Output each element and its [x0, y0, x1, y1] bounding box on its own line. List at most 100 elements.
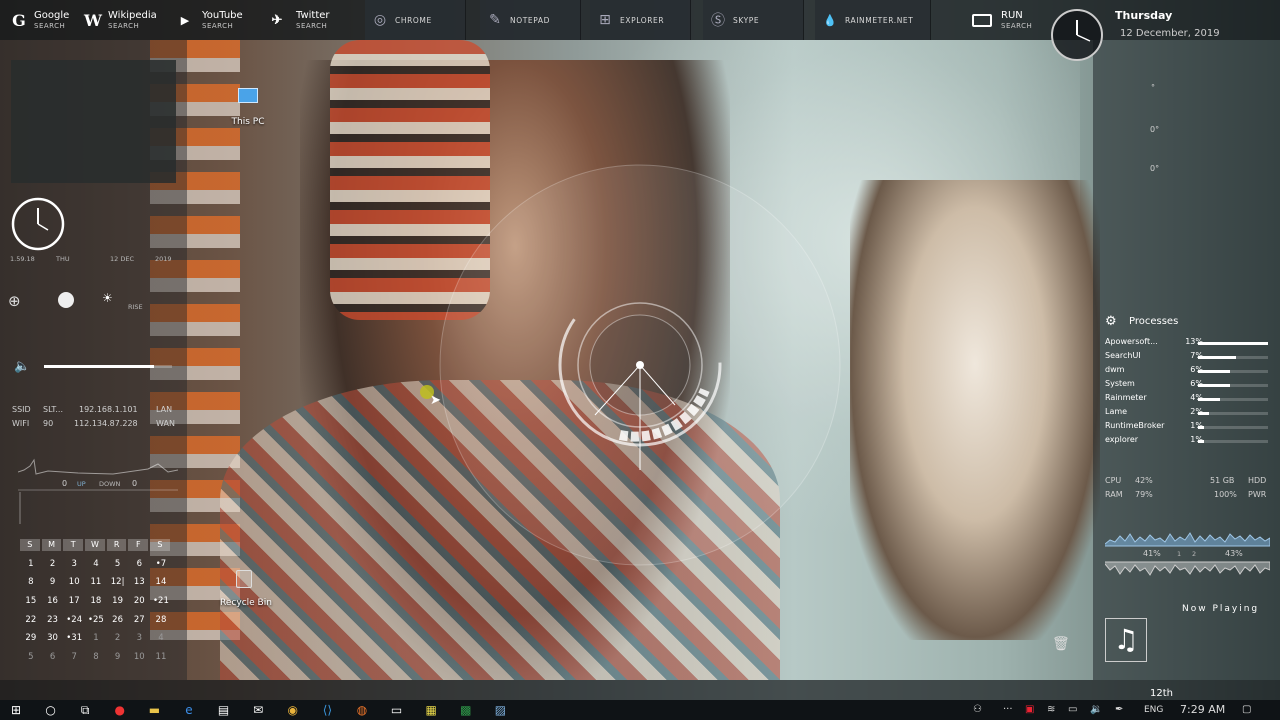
calendar-day[interactable]: 11 [150, 652, 172, 662]
calendar-day[interactable]: 7 [63, 652, 85, 662]
calendar-day[interactable]: 3 [63, 559, 85, 569]
calendar-day[interactable]: 22 [20, 615, 42, 625]
calendar-day[interactable]: 5 [20, 652, 42, 662]
calendar-day[interactable]: 5 [107, 559, 129, 569]
trash-icon[interactable]: 🗑 [1052, 636, 1070, 652]
calendar-day[interactable]: 20 [128, 596, 150, 606]
calendar-day[interactable]: •31 [63, 633, 85, 643]
chrome-icon[interactable]: ◉ [285, 702, 301, 718]
calendar-day[interactable]: 23 [42, 615, 64, 625]
calendar-day[interactable]: 14 [150, 577, 172, 587]
globe-icon[interactable]: ⊕ [8, 292, 21, 310]
process-row: dwm 6% [1105, 365, 1270, 379]
calendar-day[interactable]: 10 [128, 652, 150, 662]
full-date: 12 December, 2019 [1120, 28, 1220, 39]
calendar-day[interactable]: 28 [150, 615, 172, 625]
calendar-day[interactable]: 18 [85, 596, 107, 606]
calendar-day[interactable]: 13 [128, 577, 150, 587]
store-icon[interactable]: ▤ [216, 702, 232, 718]
calendar-header-cell: W [85, 539, 105, 552]
task-view-icon[interactable]: ⧉ [77, 702, 93, 718]
terminal-icon[interactable]: ▭ [389, 702, 405, 718]
calendar-day[interactable]: •24 [63, 615, 85, 625]
calendar-day[interactable]: 30 [42, 633, 64, 643]
calendar-day[interactable]: 2 [42, 559, 64, 569]
calendar-day[interactable]: 12| [107, 577, 129, 587]
sunrise-icon: ☀ [102, 291, 113, 305]
this-pc-shortcut[interactable]: This PC [226, 88, 270, 127]
notepad-launcher[interactable]: ✎ NOTEPAD [480, 0, 581, 40]
people-icon[interactable]: ⚇ [973, 700, 982, 720]
vscode-icon[interactable]: ⟨⟩ [319, 702, 335, 718]
search-icon[interactable]: ○ [43, 702, 59, 718]
calendar-day[interactable]: 16 [42, 596, 64, 606]
youtube-search-launcher[interactable]: ▶ YouTube SEARCH [174, 0, 243, 40]
process-bar [1198, 398, 1268, 401]
calendar-day[interactable]: 9 [107, 652, 129, 662]
process-row: explorer 1% [1105, 435, 1270, 449]
volume-slider[interactable] [44, 365, 172, 368]
pen-icon[interactable]: ✒ [1115, 700, 1123, 720]
skype-launcher[interactable]: Ⓢ SKYPE [703, 0, 804, 40]
calendar-day[interactable]: 2 [107, 633, 129, 643]
opera-icon[interactable]: ● [112, 702, 128, 718]
calendar-day[interactable]: 10 [63, 577, 85, 587]
explorer-launcher[interactable]: ⊞ EXPLORER [590, 0, 691, 40]
dock-date: 12th [1150, 688, 1173, 699]
google-search-launcher[interactable]: G Google SEARCH [8, 0, 69, 40]
calendar-day[interactable]: 17 [63, 596, 85, 606]
processes-title: Processes [1129, 316, 1179, 327]
calendar-day[interactable]: •21 [150, 596, 172, 606]
calendar-header-cell: R [106, 539, 127, 552]
antivirus-icon[interactable]: ▣ [1025, 700, 1034, 720]
calendar-day[interactable]: 4 [150, 633, 172, 643]
download-label: DOWN [99, 480, 121, 488]
wifi-icon[interactable]: ≋ [1047, 700, 1055, 720]
mail-icon[interactable]: ✉ [250, 702, 266, 718]
run-launcher[interactable]: RUN SEARCH [972, 0, 1032, 40]
wikipedia-search-launcher[interactable]: W Wikipedia SEARCH [82, 0, 157, 40]
notification-icon[interactable]: ▢ [1242, 700, 1251, 720]
calendar-day[interactable]: 26 [107, 615, 129, 625]
calendar-day[interactable]: 3 [128, 633, 150, 643]
wikipedia-icon: W [84, 10, 102, 30]
calendar-day[interactable]: 4 [85, 559, 107, 569]
recycle-bin-shortcut[interactable]: Recycle Bin [214, 570, 278, 608]
windows-icon[interactable]: ⊞ [8, 702, 24, 718]
taskbar-clock[interactable]: 7:29 AM [1180, 700, 1225, 720]
battery-icon[interactable]: ▭ [1068, 700, 1077, 720]
calendar-day[interactable]: 6 [42, 652, 64, 662]
music-note-icon[interactable]: ♫ [1105, 618, 1147, 662]
chrome-launcher[interactable]: ◎ CHROME [365, 0, 466, 40]
sticky-notes-icon[interactable]: ▦ [423, 702, 439, 718]
recycle-bin-icon [236, 570, 252, 588]
calendar-day[interactable]: 15 [20, 596, 42, 606]
edge-icon[interactable]: e [181, 702, 197, 718]
speaker-icon[interactable]: 🔉 [1090, 700, 1102, 720]
cpu-graph [1105, 532, 1270, 576]
calendar-day[interactable]: •7 [150, 559, 172, 569]
calendar-day[interactable]: 29 [20, 633, 42, 643]
overflow-icon[interactable]: ··· [1003, 700, 1013, 720]
file-explorer-icon[interactable]: ▬ [146, 702, 162, 718]
calendar-day[interactable]: 6 [128, 559, 150, 569]
volume-icon[interactable]: 🔈 [14, 359, 30, 374]
day-small: THU [56, 255, 70, 263]
process-name: RuntimeBroker [1105, 421, 1165, 430]
calendar-day[interactable]: 9 [42, 577, 64, 587]
calendar-day[interactable]: 19 [107, 596, 129, 606]
calendar-day[interactable]: 1 [85, 633, 107, 643]
calendar-day[interactable]: 8 [20, 577, 42, 587]
calendar-day[interactable]: 8 [85, 652, 107, 662]
firefox-icon[interactable]: ◍ [354, 702, 370, 718]
calendar-day[interactable]: •25 [85, 615, 107, 625]
photos-icon[interactable]: ▨ [492, 702, 508, 718]
network-graph [18, 458, 178, 524]
excel-icon[interactable]: ▩ [458, 702, 474, 718]
calendar-day[interactable]: 1 [20, 559, 42, 569]
calendar-day[interactable]: 27 [128, 615, 150, 625]
twitter-search-launcher[interactable]: ✈ Twitter SEARCH [266, 0, 330, 40]
calendar-day[interactable]: 11 [85, 577, 107, 587]
language-indicator[interactable]: ENG [1144, 700, 1163, 720]
rainmeter-launcher[interactable]: 💧 RAINMETER.NET [815, 0, 931, 40]
